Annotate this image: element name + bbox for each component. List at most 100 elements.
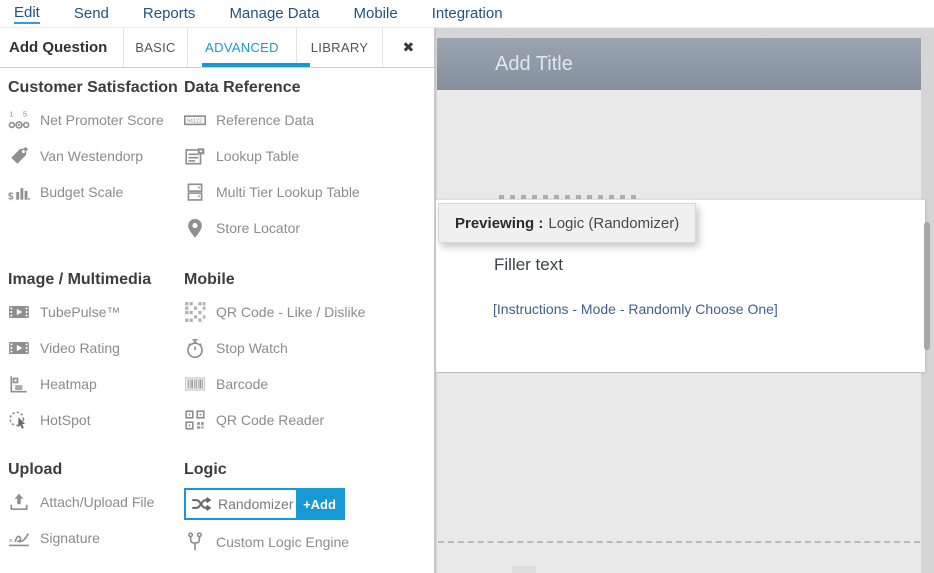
lookup-table-icon: [184, 145, 206, 167]
item-label: Heatmap: [40, 376, 97, 392]
section-mobile: Mobile QR Code - Like / Dislike: [184, 270, 432, 438]
item-label: Reference Data: [216, 112, 314, 128]
item-store-locator[interactable]: Store Locator: [184, 210, 432, 246]
obscured-text-top: [499, 195, 641, 199]
nav-manage-data[interactable]: Manage Data: [229, 5, 319, 22]
map-pin-icon: [184, 217, 206, 239]
item-tubepulse[interactable]: TubePulse™: [8, 294, 180, 330]
item-hotspot[interactable]: HotSpot: [8, 402, 180, 438]
question-title: Filler text: [494, 255, 563, 275]
item-label: Stop Watch: [216, 340, 288, 356]
tab-library[interactable]: LIBRARY: [297, 28, 383, 67]
item-label: Randomizer: [212, 496, 296, 512]
item-label: QR Code Reader: [216, 412, 324, 428]
item-label: Signature: [40, 530, 100, 546]
qr-reader-icon: [184, 409, 206, 431]
item-heatmap[interactable]: Heatmap: [8, 366, 180, 402]
close-icon[interactable]: ✖: [383, 28, 434, 67]
reference-data-icon: 94122: [184, 109, 206, 131]
item-barcode[interactable]: Barcode: [184, 366, 432, 402]
item-net-promoter-score[interactable]: 1 5 Net Promoter Score: [8, 102, 180, 138]
item-label: Custom Logic Engine: [216, 534, 349, 550]
tab-advanced[interactable]: ADVANCED: [188, 28, 297, 67]
budget-scale-icon: $: [8, 181, 30, 203]
nav-mobile[interactable]: Mobile: [354, 5, 398, 22]
multi-tier-lookup-icon: [184, 181, 206, 203]
item-qr-code-like-dislike[interactable]: QR Code - Like / Dislike: [184, 294, 432, 330]
shuffle-icon: [190, 493, 212, 515]
add-title-placeholder[interactable]: Add Title: [437, 38, 921, 90]
top-navigation: Edit Send Reports Manage Data Mobile Int…: [0, 0, 934, 28]
section-customer-satisfaction: Customer Satisfaction 1 5 Net Promoter S…: [8, 78, 180, 210]
tab-basic[interactable]: BASIC: [124, 28, 188, 67]
heatmap-icon: [8, 373, 30, 395]
next-element-edge: [512, 566, 536, 573]
add-question-header: Add Question BASIC ADVANCED LIBRARY ✖: [0, 28, 435, 68]
svg-text:$: $: [8, 192, 14, 203]
nav-edit[interactable]: Edit: [14, 4, 40, 24]
section-title: Logic: [184, 460, 432, 480]
nav-send[interactable]: Send: [74, 5, 109, 22]
hotspot-cursor-icon: [8, 409, 30, 431]
price-tag-icon: [8, 145, 30, 167]
item-attach-upload-file[interactable]: Attach/Upload File: [8, 484, 180, 520]
svg-text:×: ×: [9, 536, 13, 545]
panel-title: Add Question: [0, 28, 124, 67]
item-signature[interactable]: × Signature: [8, 520, 180, 556]
nav-reports[interactable]: Reports: [143, 5, 196, 22]
item-custom-logic-engine[interactable]: Custom Logic Engine: [184, 524, 432, 560]
item-label: QR Code - Like / Dislike: [216, 304, 365, 320]
item-qr-code-reader[interactable]: QR Code Reader: [184, 402, 432, 438]
item-label: Barcode: [216, 376, 268, 392]
barcode-icon: [184, 373, 206, 395]
item-reference-data[interactable]: 94122 Reference Data: [184, 102, 432, 138]
svg-text:5: 5: [23, 110, 27, 119]
preview-header-area: [437, 90, 921, 200]
item-budget-scale[interactable]: $ Budget Scale: [8, 174, 180, 210]
preview-scrollbar-thumb[interactable]: [924, 222, 930, 350]
branch-icon: [184, 531, 206, 553]
previewing-tooltip: Previewing : Logic (Randomizer): [438, 203, 696, 243]
section-title: Customer Satisfaction: [8, 78, 180, 98]
svg-text:1: 1: [9, 110, 13, 119]
survey-preview-pane: Add Title Filler text [Instructions - Mo…: [435, 28, 934, 573]
item-randomizer[interactable]: Randomizer +Add: [184, 488, 345, 520]
stopwatch-icon: [184, 337, 206, 359]
item-label: Van Westendorp: [40, 148, 143, 164]
tooltip-value: Logic (Randomizer): [548, 215, 679, 232]
section-upload: Upload Attach/Upload File × Signature: [8, 460, 180, 556]
preview-footer-area: [437, 373, 921, 573]
section-image-multimedia: Image / Multimedia TubePulse™ Video: [8, 270, 180, 438]
item-lookup-table[interactable]: Lookup Table: [184, 138, 432, 174]
nav-integration[interactable]: Integration: [432, 5, 503, 22]
item-multi-tier-lookup-table[interactable]: Multi Tier Lookup Table: [184, 174, 432, 210]
question-type-panel: Customer Satisfaction 1 5 Net Promoter S…: [0, 68, 435, 573]
svg-text:94122: 94122: [187, 119, 202, 125]
item-label: Store Locator: [216, 220, 300, 236]
item-label: Video Rating: [40, 340, 120, 356]
section-title: Mobile: [184, 270, 432, 290]
item-stop-watch[interactable]: Stop Watch: [184, 330, 432, 366]
question-instructions: [Instructions - Mode - Randomly Choose O…: [493, 301, 778, 317]
item-label: Attach/Upload File: [40, 494, 154, 510]
tooltip-prefix: Previewing :: [455, 215, 543, 232]
item-video-rating[interactable]: Video Rating: [8, 330, 180, 366]
item-label: Multi Tier Lookup Table: [216, 184, 360, 200]
add-button[interactable]: +Add: [296, 490, 343, 518]
section-title: Upload: [8, 460, 180, 480]
item-label: Lookup Table: [216, 148, 299, 164]
qr-code-icon: [184, 301, 206, 323]
section-title: Image / Multimedia: [8, 270, 180, 290]
upload-icon: [8, 491, 30, 513]
section-data-reference: Data Reference 94122 Reference Data Look…: [184, 78, 432, 246]
section-title: Data Reference: [184, 78, 432, 98]
video-icon: [8, 301, 30, 323]
page-break-dashed-divider: [438, 541, 920, 543]
item-van-westendorp[interactable]: Van Westendorp: [8, 138, 180, 174]
item-label: Net Promoter Score: [40, 112, 164, 128]
item-label: HotSpot: [40, 412, 91, 428]
item-label: TubePulse™: [40, 304, 120, 320]
nps-icon: 1 5: [8, 109, 30, 131]
section-logic: Logic Randomizer +Add Custom Logic Engin: [184, 460, 432, 560]
video-icon: [8, 337, 30, 359]
